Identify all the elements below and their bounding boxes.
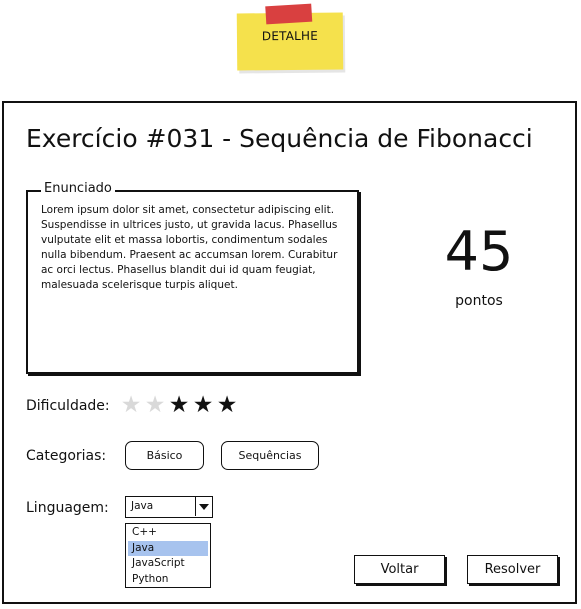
statement-text: Lorem ipsum dolor sit amet, consectetur … bbox=[41, 204, 338, 291]
star-icon: ★ bbox=[216, 392, 238, 418]
star-icon: ★ bbox=[144, 392, 166, 418]
tape-decoration bbox=[265, 3, 313, 25]
star-icon: ★ bbox=[120, 392, 142, 418]
solve-button[interactable]: Resolver bbox=[467, 555, 558, 584]
language-select-value: Java bbox=[131, 500, 154, 512]
language-option-python[interactable]: Python bbox=[128, 572, 208, 588]
score-unit: pontos bbox=[455, 293, 503, 309]
statement-legend: Enunciado bbox=[41, 181, 115, 196]
language-option-cpp[interactable]: C++ bbox=[128, 525, 208, 541]
star-icon: ★ bbox=[168, 392, 190, 418]
score-value: 45 bbox=[444, 220, 514, 283]
sticky-note: DETALHE bbox=[236, 3, 344, 71]
page-title: Exercício #031 - Sequência de Fibonacci bbox=[26, 124, 533, 153]
back-button[interactable]: Voltar bbox=[354, 555, 445, 584]
dropdown-toggle[interactable] bbox=[195, 497, 212, 516]
sticky-note-label: DETALHE bbox=[261, 28, 319, 44]
categories-label: Categorias: bbox=[26, 448, 107, 464]
category-chip-sequencias[interactable]: Sequências bbox=[221, 441, 319, 470]
star-icon: ★ bbox=[192, 392, 214, 418]
language-option-javascript[interactable]: JavaScript bbox=[128, 556, 208, 572]
category-chip-basico[interactable]: Básico bbox=[125, 441, 204, 470]
chevron-down-icon bbox=[199, 503, 209, 510]
language-select[interactable]: Java bbox=[125, 496, 213, 518]
difficulty-rating: ★ ★ ★ ★ ★ bbox=[119, 393, 239, 417]
language-options-list: C++ Java JavaScript Python bbox=[125, 523, 211, 588]
language-option-java[interactable]: Java bbox=[128, 540, 208, 556]
language-label: Linguagem: bbox=[26, 500, 109, 516]
statement-box: Enunciado Lorem ipsum dolor sit amet, co… bbox=[26, 181, 359, 374]
exercise-detail-window: Exercício #031 - Sequência de Fibonacci … bbox=[2, 101, 577, 604]
difficulty-label: Dificuldade: bbox=[26, 398, 110, 414]
